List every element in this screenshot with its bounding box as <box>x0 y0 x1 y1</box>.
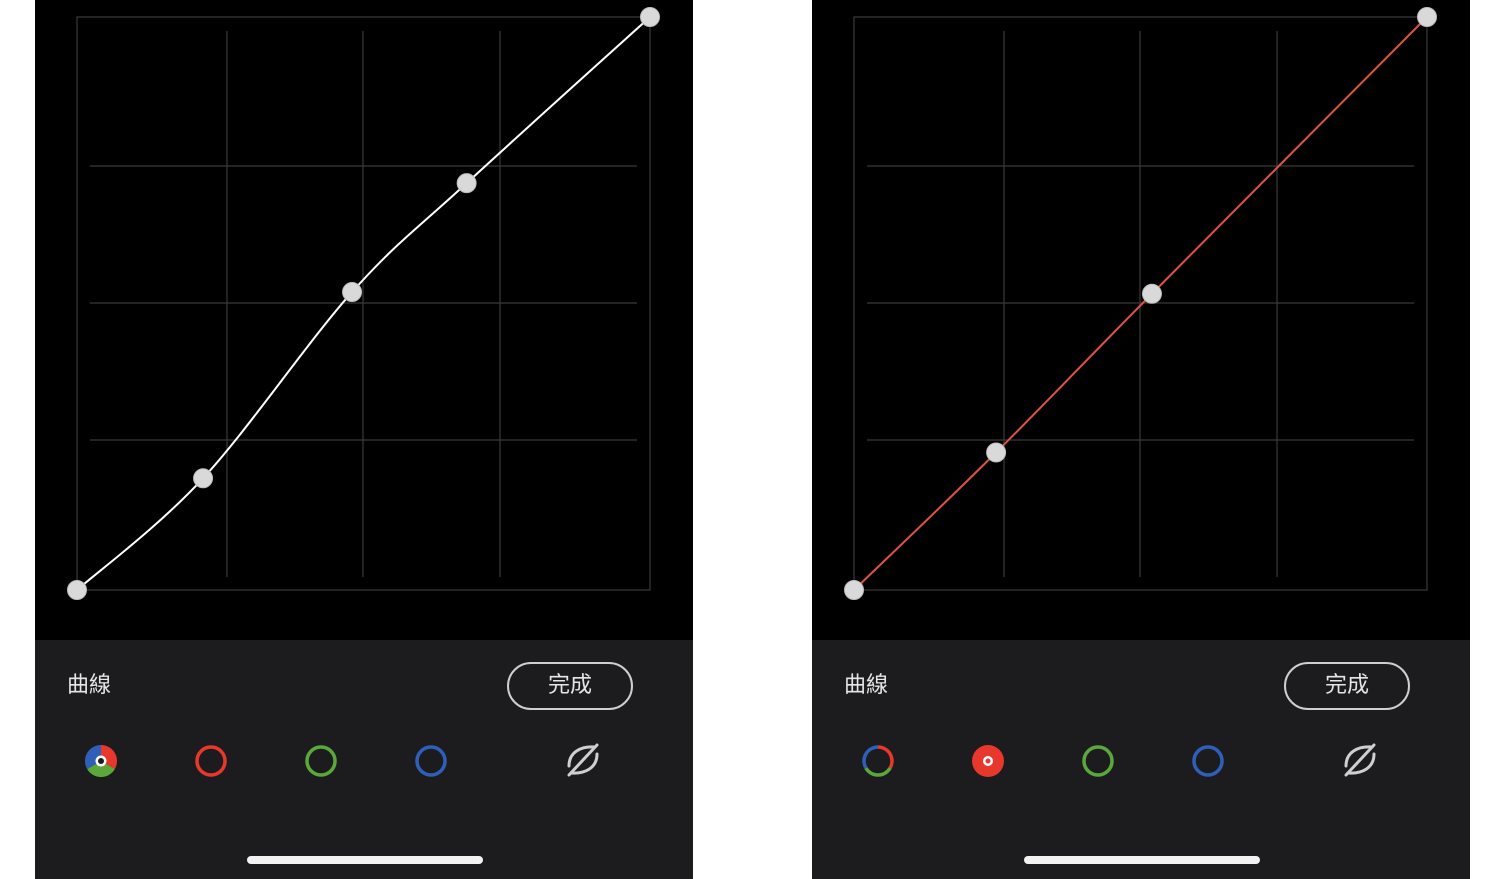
rgb-channel-icon[interactable] <box>861 744 895 778</box>
curve-point-handle[interactable] <box>1141 283 1162 304</box>
curves-panel: 曲線 完成 <box>35 640 693 879</box>
green-channel-icon[interactable] <box>1081 744 1115 778</box>
curve-point-handle[interactable] <box>1417 7 1437 27</box>
curve-graph[interactable] <box>812 0 1470 640</box>
green-channel-icon[interactable] <box>304 744 338 778</box>
panel-title: 曲線 <box>844 673 889 698</box>
curve-point-handle[interactable] <box>844 580 864 600</box>
curve-point-handle[interactable] <box>456 173 477 194</box>
blue-channel-icon[interactable] <box>414 744 448 778</box>
curve-canvas[interactable] <box>812 0 1470 640</box>
rgb-channel-icon[interactable] <box>84 744 118 778</box>
done-button[interactable]: 完成 <box>1284 662 1410 710</box>
curves-panel: 曲線 完成 <box>812 640 1470 879</box>
red-channel-icon[interactable] <box>971 744 1005 778</box>
curve-canvas[interactable] <box>35 0 693 640</box>
curves-screen-red: 曲線 完成 <box>812 0 1470 879</box>
panel-title: 曲線 <box>67 673 112 698</box>
curve-graph[interactable] <box>35 0 693 640</box>
curve-point-handle[interactable] <box>342 282 363 303</box>
home-indicator <box>1024 856 1260 864</box>
done-button[interactable]: 完成 <box>507 662 633 710</box>
blue-channel-icon[interactable] <box>1191 744 1225 778</box>
curve-point-handle[interactable] <box>640 7 660 27</box>
curve-reset-icon[interactable] <box>1342 742 1378 778</box>
home-indicator <box>247 856 483 864</box>
curve-point-handle[interactable] <box>67 580 87 600</box>
curve-reset-icon[interactable] <box>565 742 601 778</box>
curve-point-handle[interactable] <box>986 442 1007 463</box>
curve-point-handle[interactable] <box>193 468 214 489</box>
red-channel-icon[interactable] <box>194 744 228 778</box>
curves-screen-rgb: 曲線 完成 <box>35 0 693 879</box>
